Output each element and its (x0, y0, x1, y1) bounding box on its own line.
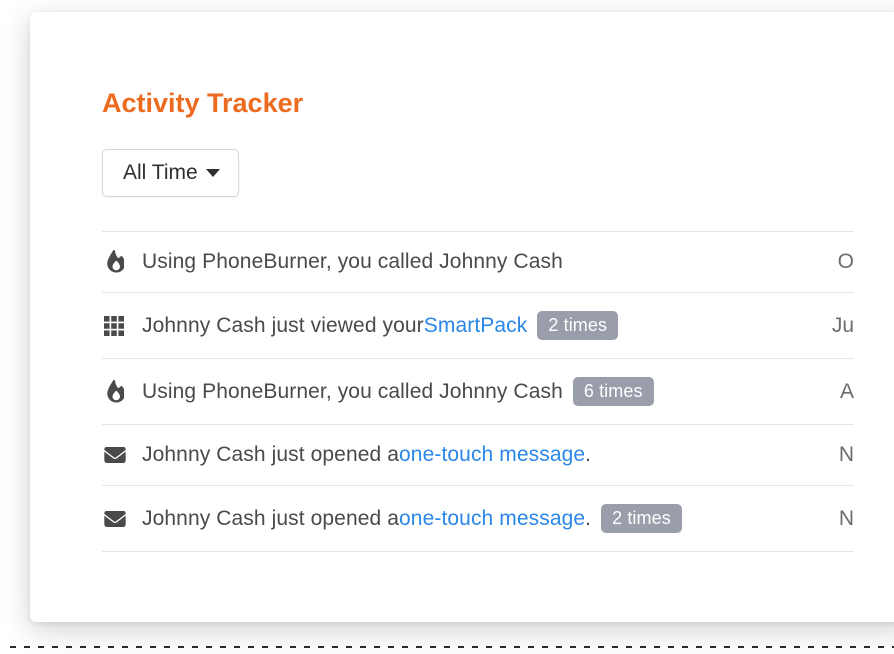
activity-row: Johnny Cash just opened a one-touch mess… (102, 425, 854, 486)
activity-row: Using PhoneBurner, you called Johnny Cas… (102, 359, 854, 425)
activity-text: Johnny Cash just viewed your SmartPack 2… (142, 311, 618, 340)
count-badge: 2 times (537, 311, 618, 340)
one-touch-link[interactable]: one-touch message (399, 507, 585, 531)
activity-text: Johnny Cash just opened a one-touch mess… (142, 443, 591, 467)
smartpack-link[interactable]: SmartPack (424, 314, 528, 338)
one-touch-link[interactable]: one-touch message (399, 443, 585, 467)
activity-pre: Johnny Cash just viewed your (142, 314, 424, 338)
activity-post: . (585, 443, 591, 467)
activity-date: A (820, 380, 854, 404)
page-title: Activity Tracker (102, 88, 854, 119)
activity-date: N (819, 443, 854, 467)
activity-date: Ju (812, 314, 854, 338)
activity-pre: Johnny Cash just opened a (142, 507, 399, 531)
activity-text: Johnny Cash just opened a one-touch mess… (142, 504, 682, 533)
time-filter-dropdown[interactable]: All Time (102, 149, 239, 197)
activity-pre: Johnny Cash just opened a (142, 443, 399, 467)
activity-row: Johnny Cash just viewed your SmartPack 2… (102, 293, 854, 359)
envelope-icon (104, 447, 132, 463)
activity-text: Using PhoneBurner, you called Johnny Cas… (142, 250, 563, 274)
count-badge: 6 times (573, 377, 654, 406)
fire-icon (104, 250, 132, 274)
selection-border-bottom (10, 646, 894, 648)
activity-pre: Using PhoneBurner, you called Johnny Cas… (142, 380, 563, 404)
activity-row: Using PhoneBurner, you called Johnny Cas… (102, 232, 854, 293)
activity-row: Johnny Cash just opened a one-touch mess… (102, 486, 854, 552)
grid-icon (104, 316, 132, 336)
count-badge: 2 times (601, 504, 682, 533)
activity-list: Using PhoneBurner, you called Johnny Cas… (102, 231, 854, 552)
activity-pre: Using PhoneBurner, you called Johnny Cas… (142, 250, 563, 274)
time-filter-label: All Time (123, 161, 198, 185)
activity-date: O (818, 250, 854, 274)
envelope-icon (104, 511, 132, 527)
fire-icon (104, 380, 132, 404)
activity-text: Using PhoneBurner, you called Johnny Cas… (142, 377, 654, 406)
activity-date: N (819, 507, 854, 531)
activity-tracker-card: Activity Tracker All Time Using PhoneBur… (30, 12, 894, 622)
chevron-down-icon (206, 169, 220, 177)
activity-post: . (585, 507, 591, 531)
